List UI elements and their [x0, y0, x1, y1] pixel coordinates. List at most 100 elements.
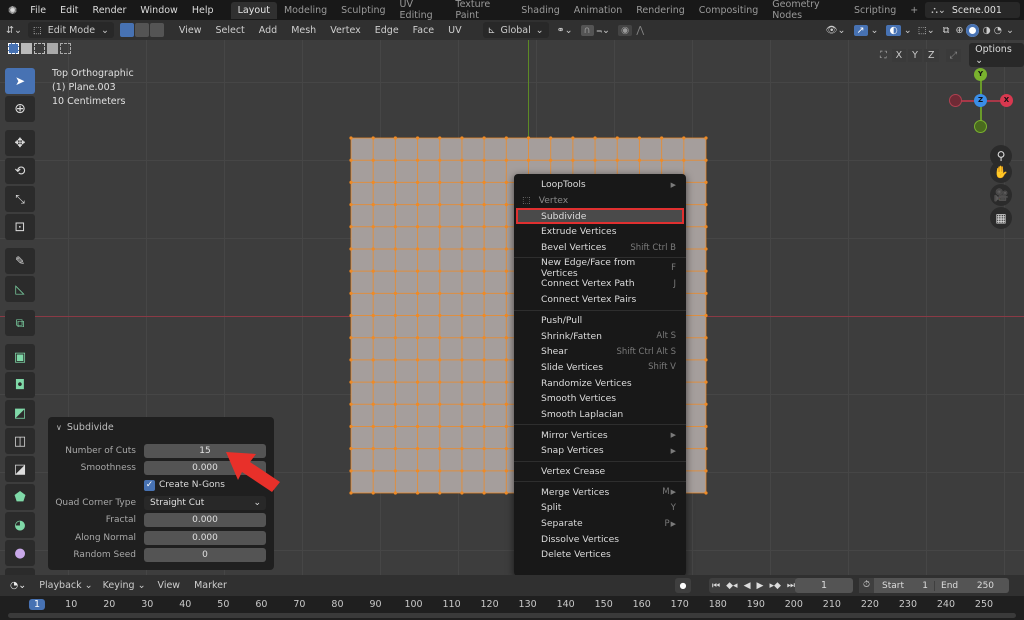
- mesh-vertex[interactable]: [438, 424, 442, 429]
- mesh-vertex[interactable]: [460, 402, 464, 406]
- mesh-vertex[interactable]: [393, 358, 397, 362]
- gizmo-z-axis[interactable]: Z: [974, 94, 987, 107]
- mesh-vertex[interactable]: [704, 291, 708, 295]
- mesh-vertex[interactable]: [482, 180, 486, 184]
- keying-menu[interactable]: Keying ⌄: [97, 577, 151, 594]
- mesh-vertex[interactable]: [549, 158, 553, 162]
- mesh-vertex[interactable]: [371, 336, 375, 340]
- mesh-vertex[interactable]: [393, 447, 397, 451]
- next-keyframe-icon[interactable]: ▸◆: [769, 581, 780, 591]
- mesh-vertex[interactable]: [504, 447, 508, 451]
- menu-item-smooth-vertices[interactable]: Smooth Vertices: [514, 391, 686, 407]
- menu-help[interactable]: Help: [185, 5, 221, 16]
- tab-scripting[interactable]: Scripting: [847, 2, 903, 19]
- pivot-icon[interactable]: ⚭⌄: [557, 25, 573, 36]
- mesh-vertex[interactable]: [504, 313, 508, 318]
- mesh-vertex[interactable]: [349, 358, 353, 362]
- vertex-select-icon[interactable]: [119, 23, 134, 37]
- mesh-vertex[interactable]: [393, 158, 397, 162]
- mesh-vertex[interactable]: [393, 380, 397, 384]
- mesh-vertex[interactable]: [482, 158, 486, 162]
- mesh-vertex[interactable]: [504, 424, 508, 429]
- select-intersect-icon[interactable]: [60, 43, 71, 54]
- mesh-vertex[interactable]: [460, 447, 464, 451]
- extrude-tool[interactable]: ▣: [5, 344, 35, 370]
- inset-tool[interactable]: ◘: [5, 372, 35, 398]
- menu-item-new-edge-face-from-vertices[interactable]: New Edge/Face from Vertices F: [514, 257, 686, 279]
- menu-select[interactable]: Select: [208, 25, 251, 36]
- prev-keyframe-icon[interactable]: ◆◂: [726, 581, 737, 591]
- cursor-tool[interactable]: ⊕: [5, 96, 35, 122]
- mesh-vertex[interactable]: [460, 247, 464, 251]
- mesh-vertex[interactable]: [460, 225, 464, 229]
- menu-item-push-pull[interactable]: Push/Pull: [514, 313, 686, 329]
- mode-selector[interactable]: ⬚ Edit Mode ⌄: [27, 22, 114, 38]
- mesh-vertex[interactable]: [415, 447, 420, 451]
- wireframe-shading-icon[interactable]: ⊕: [955, 25, 963, 36]
- tab-compositing[interactable]: Compositing: [692, 2, 766, 19]
- menu-item-slide-vertices[interactable]: Slide Vertices Shift V: [514, 360, 686, 376]
- mesh-vertex[interactable]: [482, 313, 486, 318]
- mesh-vertex[interactable]: [371, 491, 375, 495]
- menu-item-bevel-vertices[interactable]: Bevel Vertices Shift Ctrl B: [514, 240, 686, 256]
- timeline-view-menu[interactable]: View: [151, 580, 188, 591]
- move-tool[interactable]: ✥: [5, 130, 35, 156]
- mesh-vertex[interactable]: [460, 269, 464, 273]
- mesh-vertex[interactable]: [682, 158, 686, 162]
- mesh-vertex[interactable]: [415, 313, 420, 318]
- play-reverse-icon[interactable]: ◀: [744, 581, 751, 591]
- mesh-vertex[interactable]: [438, 291, 442, 295]
- mirror-z-toggle[interactable]: Z: [923, 48, 939, 62]
- mesh-vertex[interactable]: [482, 202, 486, 207]
- mesh-vertex[interactable]: [349, 225, 353, 229]
- menu-item-shear[interactable]: Shear Shift Ctrl Alt S: [514, 344, 686, 360]
- mesh-vertex[interactable]: [393, 424, 397, 429]
- chevron-down-icon[interactable]: ⌄: [871, 25, 879, 36]
- mesh-vertex[interactable]: [393, 336, 397, 340]
- mesh-vertex[interactable]: [415, 180, 420, 184]
- mesh-vertex[interactable]: [482, 225, 486, 229]
- mesh-vertex[interactable]: [349, 447, 353, 451]
- mesh-vertex[interactable]: [460, 180, 464, 184]
- chevron-down-icon[interactable]: ⌄: [904, 25, 912, 36]
- mesh-vertex[interactable]: [482, 447, 486, 451]
- mesh-vertex[interactable]: [371, 158, 375, 162]
- mesh-vertex[interactable]: [371, 402, 375, 406]
- menu-item-delete-vertices[interactable]: Delete Vertices: [514, 547, 686, 563]
- mesh-vertex[interactable]: [460, 358, 464, 362]
- end-frame-field[interactable]: End 250: [934, 580, 1000, 591]
- mesh-vertex[interactable]: [349, 291, 353, 295]
- menu-item-mirror-vertices[interactable]: Mirror Vertices ▶: [514, 427, 686, 443]
- annotate-tool[interactable]: ✎: [5, 248, 35, 274]
- mesh-vertex[interactable]: [393, 225, 397, 229]
- mesh-vertex[interactable]: [660, 136, 664, 140]
- mesh-vertex[interactable]: [704, 336, 708, 340]
- rendered-shading-icon[interactable]: ◔: [994, 25, 1002, 36]
- mesh-vertex[interactable]: [438, 469, 442, 473]
- xray-icon[interactable]: ⧉: [943, 25, 950, 36]
- mesh-vertex[interactable]: [415, 380, 420, 384]
- mesh-vertex[interactable]: [371, 358, 375, 362]
- mesh-vertex[interactable]: [660, 158, 664, 162]
- tab-modeling[interactable]: Modeling: [277, 2, 334, 19]
- mesh-vertex[interactable]: [460, 136, 464, 140]
- knife-tool[interactable]: ◪: [5, 456, 35, 482]
- select-invert-icon[interactable]: [47, 43, 58, 54]
- timeline-editor-icon[interactable]: ◔⌄: [0, 580, 34, 591]
- mesh-vertex[interactable]: [504, 291, 508, 295]
- menu-mesh[interactable]: Mesh: [284, 25, 323, 36]
- mesh-vertex[interactable]: [349, 136, 353, 140]
- mesh-vertex[interactable]: [704, 180, 708, 184]
- mesh-vertex[interactable]: [438, 247, 442, 251]
- mesh-vertex[interactable]: [415, 469, 420, 473]
- mesh-vertex[interactable]: [504, 269, 508, 273]
- mesh-vertex[interactable]: [371, 136, 375, 140]
- menu-item-merge-vertices[interactable]: Merge Vertices M▶: [514, 484, 686, 500]
- mesh-vertex[interactable]: [504, 202, 508, 207]
- mesh-vertex[interactable]: [393, 291, 397, 295]
- menu-uv[interactable]: UV: [441, 25, 468, 36]
- transform-tool[interactable]: ⊡: [5, 214, 35, 240]
- pan-view-button[interactable]: ✋: [990, 161, 1012, 183]
- menu-edge[interactable]: Edge: [368, 25, 406, 36]
- current-frame-field[interactable]: 1: [795, 578, 853, 593]
